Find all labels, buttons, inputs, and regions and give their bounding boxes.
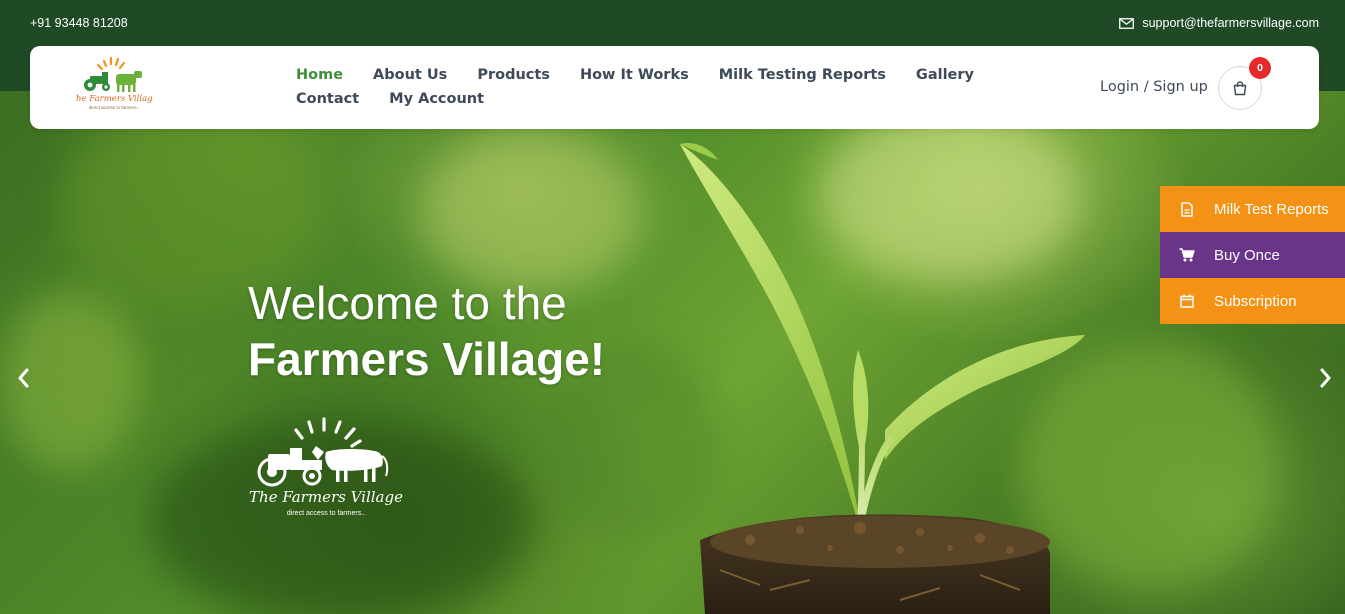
main-nav: Home About Us Products How It Works Milk… — [296, 66, 1026, 108]
mail-icon — [1119, 17, 1135, 29]
nav-about-us[interactable]: About Us — [373, 66, 447, 84]
logo-tagline-text: direct access to farmers.. — [89, 105, 139, 110]
chevron-right-icon — [1320, 368, 1331, 388]
nav-home[interactable]: Home — [296, 66, 343, 84]
buy-once-label: Buy Once — [1214, 246, 1280, 264]
support-email-text: support@thefarmersvillage.com — [1142, 16, 1319, 30]
hero-logo-tagline: direct access to farmers.. — [287, 510, 365, 517]
nav-milk-testing-reports[interactable]: Milk Testing Reports — [719, 66, 886, 84]
login-signup-link[interactable]: Login / Sign up — [1100, 79, 1208, 95]
hero-heading-line1: Welcome to the — [248, 277, 567, 329]
nav-products[interactable]: Products — [477, 66, 550, 84]
slider-next-button[interactable] — [1315, 366, 1337, 390]
cart-count-badge: 0 — [1249, 57, 1271, 79]
hero-heading-line2: Farmers Village! — [248, 333, 606, 385]
calendar-icon — [1180, 294, 1194, 308]
site-logo[interactable]: The Farmers Village direct access to far… — [76, 54, 152, 114]
nav-how-it-works[interactable]: How It Works — [580, 66, 689, 84]
support-email[interactable]: support@thefarmersvillage.com — [1119, 16, 1319, 30]
main-header: The Farmers Village direct access to far… — [30, 46, 1319, 129]
slider-prev-button[interactable] — [12, 366, 34, 390]
subscription-button[interactable]: Subscription — [1160, 278, 1345, 324]
nav-gallery[interactable]: Gallery — [916, 66, 974, 84]
buy-once-button[interactable]: Buy Once — [1160, 232, 1345, 278]
nav-my-account[interactable]: My Account — [389, 90, 484, 108]
hero-logo: The Farmers Village direct access to far… — [249, 417, 403, 517]
hero-heading: Welcome to the Farmers Village! — [248, 276, 605, 388]
seedling-image — [680, 142, 1085, 614]
subscription-label: Subscription — [1214, 292, 1297, 310]
nav-contact[interactable]: Contact — [296, 90, 359, 108]
chevron-left-icon — [18, 368, 29, 388]
phone-number[interactable]: +91 93448 81208 — [30, 16, 128, 30]
milk-test-reports-button[interactable]: Milk Test Reports — [1160, 186, 1345, 232]
hero-logo-brand: The Farmers Village — [249, 488, 403, 506]
logo-brand-text: The Farmers Village — [76, 94, 152, 104]
shopping-bag-icon — [1233, 81, 1247, 96]
milk-test-reports-label: Milk Test Reports — [1214, 200, 1329, 218]
document-icon — [1181, 201, 1193, 217]
cart-icon — [1179, 248, 1195, 262]
